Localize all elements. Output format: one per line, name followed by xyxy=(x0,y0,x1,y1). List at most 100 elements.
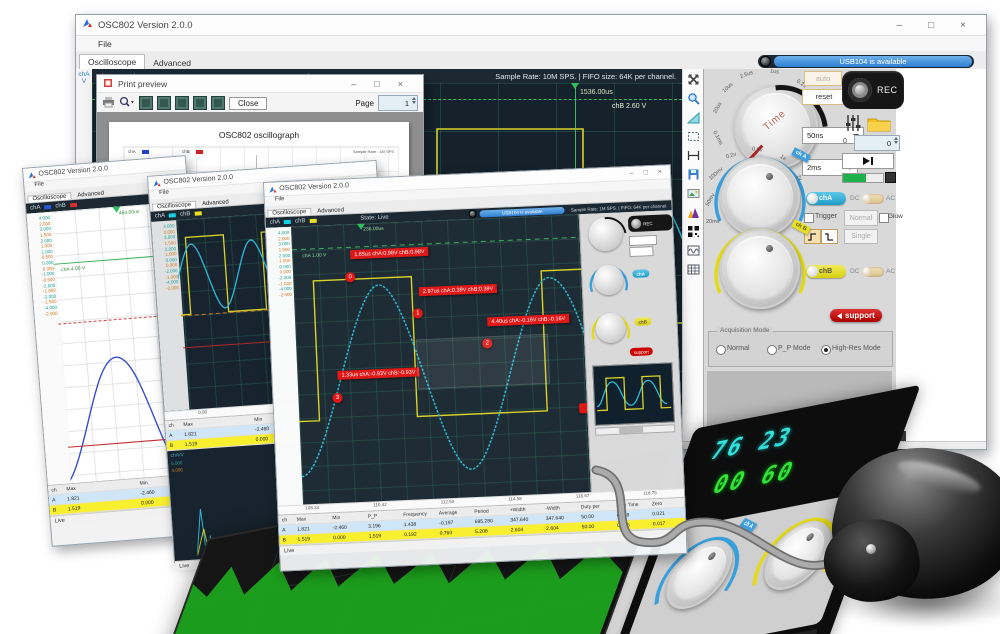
chb-volt-knob-face[interactable] xyxy=(727,236,793,302)
spin-down-icon[interactable] xyxy=(412,101,416,104)
page-spinner[interactable]: 1 xyxy=(378,95,418,111)
spin-down-icon[interactable] xyxy=(894,141,898,144)
close-button[interactable]: × xyxy=(658,169,662,176)
rec-disc-icon xyxy=(848,78,872,102)
ruler-icon[interactable] xyxy=(686,111,700,124)
main-titlebar[interactable]: OSC802 Version 2.0.0 – □ × xyxy=(76,15,986,36)
maximize-button[interactable]: □ xyxy=(928,20,934,31)
waveform-box-icon[interactable] xyxy=(687,244,700,257)
chb-knob-dot xyxy=(766,245,773,252)
print-icon[interactable] xyxy=(102,96,115,110)
ac-label[interactable]: AC xyxy=(886,268,895,275)
print-preview-icon xyxy=(103,75,113,93)
usb-indicator-icon xyxy=(760,56,771,67)
cha-swatch-icon xyxy=(284,219,292,225)
close-button[interactable]: × xyxy=(398,79,403,89)
menu-file[interactable]: File xyxy=(98,39,112,49)
app-logo-icon xyxy=(82,16,93,34)
frame-caption: 0 xyxy=(843,138,847,145)
close-preview-button[interactable]: Close xyxy=(229,96,268,110)
three-page-button[interactable] xyxy=(175,96,189,110)
one-page-button[interactable] xyxy=(139,96,153,110)
toggle-knob-icon xyxy=(862,267,872,277)
dial-tick-label: 0.1ms xyxy=(711,129,724,147)
save-icon[interactable] xyxy=(687,168,700,181)
mini-select[interactable] xyxy=(629,246,654,258)
minimize-button[interactable]: – xyxy=(351,79,356,89)
zoom-icon[interactable] xyxy=(687,92,700,105)
histogram-icon[interactable] xyxy=(687,206,700,219)
reset-button[interactable]: reset xyxy=(802,89,846,105)
dc-label[interactable]: DC xyxy=(850,268,859,275)
rec-disc-icon xyxy=(630,218,642,229)
fit-view-icon[interactable] xyxy=(687,73,700,86)
mixer-icon[interactable] xyxy=(844,113,862,135)
spin-up-icon[interactable] xyxy=(412,97,416,100)
trigger-mode-single[interactable]: Single xyxy=(844,229,878,244)
time-cursor-marker-icon[interactable] xyxy=(571,83,579,89)
dial-tick-label: 10us xyxy=(721,81,735,95)
chb-dcac-toggle[interactable] xyxy=(862,267,884,277)
preview-cha-swatch-icon xyxy=(142,150,149,154)
window-title: OSC802 Version 2.0.0 xyxy=(38,165,109,178)
auto-button[interactable]: auto xyxy=(804,71,842,86)
measure-horizontal-icon[interactable] xyxy=(687,149,700,162)
plot-area[interactable]: 236.00us chA 1.00 V 0 1.65us chA:0.98V c… xyxy=(290,214,591,505)
radio-normal-label[interactable]: Normal xyxy=(727,345,750,352)
spin-up-icon[interactable] xyxy=(894,137,898,140)
radio-pp-label[interactable]: P_P Mode xyxy=(778,345,811,352)
two-page-button[interactable] xyxy=(157,96,171,110)
six-page-button[interactable] xyxy=(211,96,225,110)
chb-toggle[interactable]: chB xyxy=(806,265,846,278)
play-button[interactable] xyxy=(842,153,894,169)
support-button[interactable]: support xyxy=(830,309,882,322)
maximize-button[interactable]: □ xyxy=(643,169,648,176)
cha-toggle[interactable]: chA xyxy=(806,192,846,205)
cha-knob-dot xyxy=(766,173,773,180)
volt-tick-label: 0.5v xyxy=(751,146,763,154)
rec-button[interactable]: REC xyxy=(842,71,904,109)
zoom-dropdown[interactable] xyxy=(119,96,135,110)
qr-code-icon[interactable] xyxy=(687,225,700,238)
radio-hires-label[interactable]: High-Res Mode xyxy=(832,345,881,352)
trigger-mode-normal[interactable]: Normal xyxy=(844,210,878,226)
maximize-button[interactable]: □ xyxy=(374,79,379,89)
select-region-icon[interactable] xyxy=(687,130,700,143)
falling-edge-button[interactable] xyxy=(821,229,838,244)
mini-rec-button[interactable]: REC xyxy=(627,214,673,233)
frame-spinner[interactable]: 0 xyxy=(854,135,900,151)
radio-pp-mode[interactable] xyxy=(767,345,777,355)
speaker-icon xyxy=(837,312,842,319)
digital-readout-bottom: 00 60 xyxy=(707,457,801,501)
cha-swatch-icon xyxy=(44,204,52,210)
close-button[interactable]: × xyxy=(960,20,966,31)
mini-control-panel: REC chA chB support xyxy=(578,209,684,492)
minimize-button[interactable]: – xyxy=(630,170,634,177)
screenshot-icon[interactable] xyxy=(687,187,700,200)
glow-label: Glow xyxy=(888,213,903,220)
stop-button[interactable] xyxy=(885,172,896,183)
toggle-ball-icon xyxy=(807,266,818,277)
mini-select[interactable] xyxy=(628,234,658,247)
mini-chb-toggle[interactable]: chB xyxy=(634,317,652,326)
mini-cha-toggle[interactable]: chA xyxy=(632,269,650,278)
radio-normal[interactable] xyxy=(716,345,726,355)
grid-icon[interactable] xyxy=(687,263,700,276)
trigger-label: Trigger xyxy=(815,213,837,220)
folder-icon[interactable] xyxy=(867,115,891,134)
mini-support-button[interactable]: support xyxy=(629,347,653,357)
ac-label[interactable]: AC xyxy=(886,195,895,202)
document-title: OSC802 oscillograph xyxy=(218,130,300,140)
mouse-logo-icon xyxy=(866,544,876,554)
window-title: OSC802 Version 2.0.0 xyxy=(163,174,234,186)
usb-status-label: USB104 is available xyxy=(774,56,972,67)
dc-label[interactable]: DC xyxy=(850,195,859,202)
window-title: OSC802 Version 2.0.0 xyxy=(98,19,193,31)
usb-status[interactable]: USB104 is available xyxy=(758,55,974,68)
cha-dcac-toggle[interactable] xyxy=(862,194,884,204)
waveform-thumbnail[interactable] xyxy=(592,362,675,426)
four-page-button[interactable] xyxy=(193,96,207,110)
print-preview-titlebar[interactable]: Print preview – □ × xyxy=(97,75,423,93)
minimize-button[interactable]: – xyxy=(897,20,903,31)
radio-hires-mode[interactable] xyxy=(821,345,831,355)
